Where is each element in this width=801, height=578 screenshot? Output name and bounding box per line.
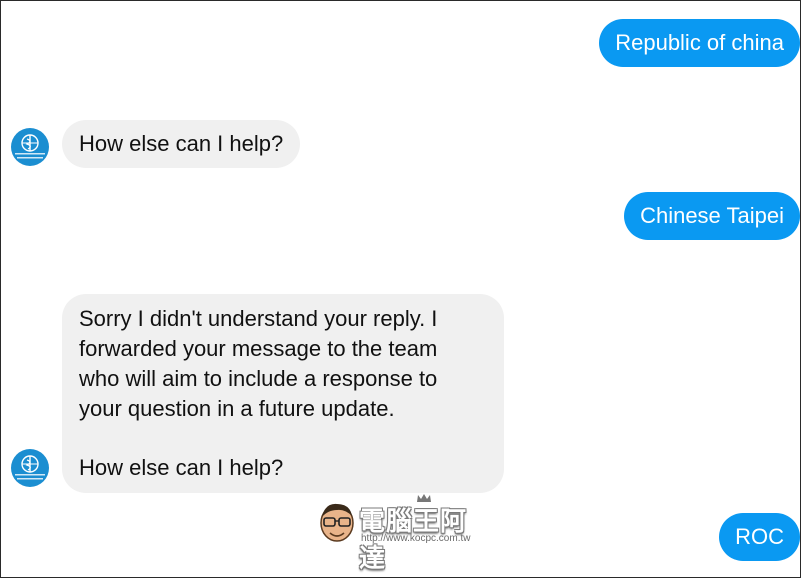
message-text: Chinese Taipei: [640, 203, 784, 228]
message-line: your question in a future update.: [79, 396, 395, 421]
message-text: ROC: [735, 524, 784, 549]
message-line: How else can I help?: [79, 455, 284, 480]
user-message-bubble[interactable]: ROC: [719, 513, 800, 561]
who-logo-icon: [15, 455, 45, 480]
message-line: forwarded your message to the team: [79, 336, 438, 361]
message-text: How else can I help?: [79, 131, 284, 156]
bot-avatar[interactable]: [11, 449, 49, 487]
bot-message-bubble[interactable]: Sorry I didn't understand your reply. I …: [62, 294, 504, 493]
message-text: Republic of china: [615, 30, 784, 55]
message-line: Sorry I didn't understand your reply. I: [79, 306, 438, 331]
bot-avatar[interactable]: [11, 128, 49, 166]
bot-message-bubble[interactable]: How else can I help?: [62, 120, 301, 168]
mascot-face-icon: [320, 503, 354, 542]
user-message-bubble[interactable]: Chinese Taipei: [624, 192, 800, 240]
who-logo-icon: [15, 134, 45, 159]
line-spacer: [79, 424, 487, 453]
watermark-url: http://www.kocpc.com.tw: [361, 533, 471, 544]
watermark: 電腦王阿達 http://www.kocpc.com.tw: [317, 494, 492, 573]
user-message-bubble[interactable]: Republic of china: [599, 19, 800, 67]
message-line: who will aim to include a response to: [79, 366, 438, 391]
chat-window: Republic of china How else can I help? C…: [0, 0, 801, 578]
